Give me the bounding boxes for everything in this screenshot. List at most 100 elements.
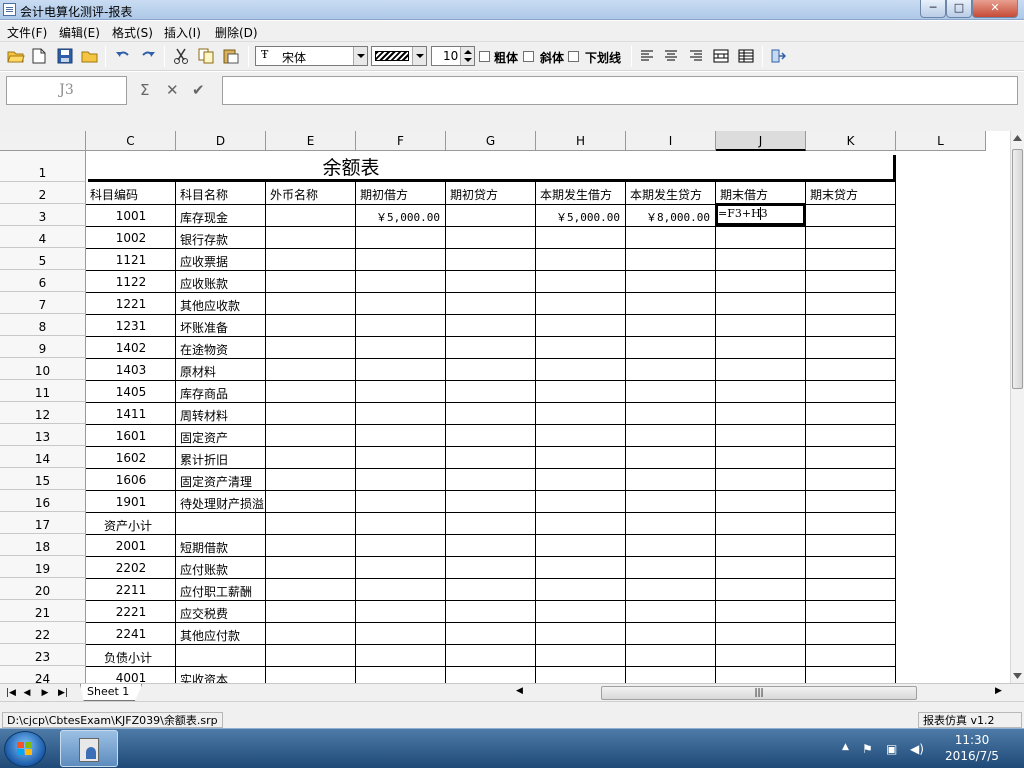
account-name[interactable]: 周转材料 xyxy=(180,407,228,424)
tray-expand-icon[interactable]: ▲ xyxy=(842,742,849,752)
column-header-l[interactable]: L xyxy=(896,131,986,151)
close-button[interactable]: ✕ xyxy=(972,0,1018,18)
border-style-select[interactable] xyxy=(371,46,427,66)
column-header-k[interactable]: K xyxy=(806,131,896,151)
align-right-icon[interactable] xyxy=(686,46,706,66)
account-name[interactable]: 累计折旧 xyxy=(180,451,228,468)
row-header[interactable]: 11 xyxy=(0,380,86,402)
prev-sheet-icon[interactable]: ◀ xyxy=(21,687,33,699)
action-center-icon[interactable]: ⚑ xyxy=(862,742,873,756)
cell-name-box[interactable]: J3 xyxy=(6,76,127,105)
formula-input[interactable] xyxy=(222,76,1018,105)
start-button[interactable] xyxy=(4,731,46,767)
merge-cells-icon[interactable] xyxy=(711,46,731,66)
row-header[interactable]: 8 xyxy=(0,314,86,336)
account-code[interactable]: 4001 xyxy=(86,671,176,683)
account-name[interactable]: 坏账准备 xyxy=(180,319,228,336)
network-icon[interactable]: ▣ xyxy=(886,742,897,756)
account-name[interactable]: 固定资产 xyxy=(180,429,228,446)
row-header[interactable]: 2 xyxy=(0,182,86,204)
undo-icon[interactable] xyxy=(113,46,133,66)
save-icon[interactable] xyxy=(55,46,75,66)
column-header-c[interactable]: C xyxy=(86,131,176,151)
vertical-scrollbar[interactable] xyxy=(1010,131,1024,683)
next-sheet-icon[interactable]: ▶ xyxy=(39,687,51,699)
account-name[interactable]: 待处理财产损溢 xyxy=(180,495,266,512)
font-name-select[interactable]: Ŧ 宋体 xyxy=(255,46,368,66)
account-name[interactable]: 短期借款 xyxy=(180,539,228,556)
row-header[interactable]: 12 xyxy=(0,402,86,424)
horizontal-scroll-thumb[interactable]: ||| xyxy=(601,686,917,700)
account-name[interactable]: 其他应付款 xyxy=(180,627,240,644)
column-header-i[interactable]: I xyxy=(626,131,716,151)
row-header[interactable]: 21 xyxy=(0,600,86,622)
account-code[interactable]: 1001 xyxy=(86,209,176,223)
account-code[interactable]: 2001 xyxy=(86,539,176,553)
chevron-down-icon[interactable] xyxy=(412,47,426,65)
row-header[interactable]: 7 xyxy=(0,292,86,314)
cancel-icon[interactable]: ✕ xyxy=(166,81,179,99)
menu-insert[interactable]: 插入(I) xyxy=(164,24,201,41)
account-code[interactable]: 1405 xyxy=(86,385,176,399)
account-name[interactable]: 应付账款 xyxy=(180,561,228,578)
scroll-left-icon[interactable]: ◀ xyxy=(516,686,523,696)
paste-icon[interactable] xyxy=(221,46,241,66)
row-header[interactable]: 1 xyxy=(0,151,86,182)
scroll-right-icon[interactable]: ▶ xyxy=(995,686,1002,696)
account-name[interactable]: 应交税费 xyxy=(180,605,228,622)
account-name[interactable]: 银行存款 xyxy=(180,231,228,248)
row-header[interactable]: 3 xyxy=(0,204,86,226)
underline-checkbox[interactable] xyxy=(568,51,579,62)
account-code[interactable]: 1402 xyxy=(86,341,176,355)
row-header[interactable]: 6 xyxy=(0,270,86,292)
account-name[interactable]: 固定资产清理 xyxy=(180,473,252,490)
copy-icon[interactable] xyxy=(196,46,216,66)
open-folder-icon[interactable] xyxy=(6,46,26,66)
clock[interactable]: 11:30 2016/7/5 xyxy=(930,732,1014,764)
column-header-e[interactable]: E xyxy=(266,131,356,151)
align-left-icon[interactable] xyxy=(637,46,657,66)
column-header-h[interactable]: H xyxy=(536,131,626,151)
maximize-button[interactable]: □ xyxy=(946,0,972,18)
account-code[interactable]: 1901 xyxy=(86,495,176,509)
column-header-g[interactable]: G xyxy=(446,131,536,151)
account-name[interactable]: 应付职工薪酬 xyxy=(180,583,252,600)
account-name[interactable]: 库存现金 xyxy=(180,209,228,226)
grid-corner[interactable] xyxy=(0,131,86,151)
vertical-scroll-thumb[interactable] xyxy=(1012,149,1023,389)
row-header[interactable]: 16 xyxy=(0,490,86,512)
account-name[interactable]: 在途物资 xyxy=(180,341,228,358)
scroll-down-icon[interactable] xyxy=(1013,673,1022,679)
amount-cell[interactable]: ￥5,000.00 xyxy=(536,209,620,225)
confirm-icon[interactable]: ✔ xyxy=(192,81,205,99)
column-header-j[interactable]: J xyxy=(716,131,806,151)
account-code[interactable]: 2221 xyxy=(86,605,176,619)
column-header-d[interactable]: D xyxy=(176,131,266,151)
amount-cell[interactable]: ￥5,000.00 xyxy=(356,209,440,225)
row-header[interactable]: 19 xyxy=(0,556,86,578)
row-header[interactable]: 20 xyxy=(0,578,86,600)
account-code[interactable]: 1602 xyxy=(86,451,176,465)
account-name[interactable]: 实收资本 xyxy=(180,671,228,683)
account-name[interactable]: 应收票据 xyxy=(180,253,228,270)
row-header[interactable]: 18 xyxy=(0,534,86,556)
taskbar-app-button[interactable] xyxy=(60,730,118,767)
cut-icon[interactable] xyxy=(171,46,191,66)
row-header[interactable]: 4 xyxy=(0,226,86,248)
folder-icon[interactable] xyxy=(80,46,100,66)
account-code[interactable]: 1411 xyxy=(86,407,176,421)
account-code[interactable]: 1231 xyxy=(86,319,176,333)
row-header[interactable]: 24 xyxy=(0,666,86,683)
row-header[interactable]: 22 xyxy=(0,622,86,644)
row-header[interactable]: 5 xyxy=(0,248,86,270)
font-size-spinner[interactable]: 10 xyxy=(431,46,475,66)
redo-icon[interactable] xyxy=(138,46,158,66)
amount-cell[interactable]: ￥8,000.00 xyxy=(626,209,710,225)
sum-icon[interactable]: Σ xyxy=(140,81,149,99)
account-code[interactable]: 1221 xyxy=(86,297,176,311)
spreadsheet-grid[interactable]: C D E F G H I J K L 1 2 3 4 5 6 7 8 9 10 11 12 13 14 15 16 17 18 19 2… xyxy=(0,131,1010,683)
account-code[interactable]: 1601 xyxy=(86,429,176,443)
menu-edit[interactable]: 编辑(E) xyxy=(59,24,100,41)
sheet-tab[interactable]: Sheet 1 xyxy=(80,684,143,701)
account-name[interactable]: 其他应收款 xyxy=(180,297,240,314)
